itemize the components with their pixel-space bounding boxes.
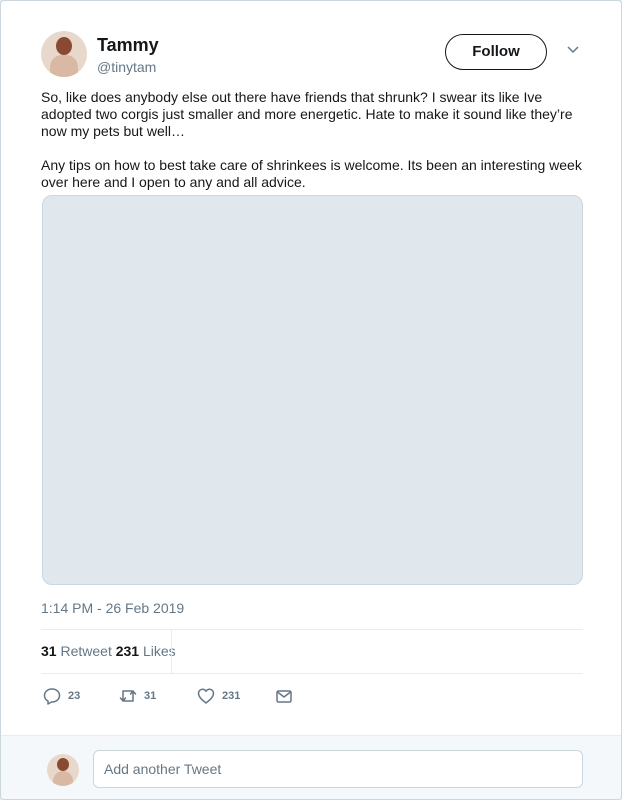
- tweet-media-placeholder: [42, 195, 583, 585]
- user-handle[interactable]: @tinytam: [97, 59, 156, 75]
- like-button[interactable]: 231: [197, 687, 240, 705]
- tweet-actions: 23 31 231: [41, 687, 341, 709]
- stats-divider: [171, 630, 172, 673]
- user-name[interactable]: Tammy: [97, 35, 159, 56]
- tweet-card: Tammy @tinytam Follow So, like does anyb…: [0, 0, 622, 800]
- retweet-icon: [119, 690, 137, 702]
- chevron-down-icon[interactable]: [565, 41, 581, 57]
- likes-count[interactable]: 231: [116, 643, 139, 659]
- avatar-body: [53, 771, 73, 786]
- reply-input[interactable]: [93, 750, 583, 788]
- retweet-button[interactable]: 31: [119, 687, 156, 705]
- retweet-count[interactable]: 31: [41, 643, 57, 659]
- retweet-action-count: 31: [144, 690, 157, 702]
- divider: [41, 629, 583, 630]
- heart-icon: [197, 688, 215, 704]
- reply-button[interactable]: 23: [43, 687, 80, 705]
- divider: [41, 673, 583, 674]
- retweet-label[interactable]: Retweet: [60, 643, 111, 659]
- reply-icon: [43, 688, 61, 705]
- avatar-body: [50, 55, 78, 77]
- mail-icon: [276, 690, 292, 703]
- tweet-timestamp[interactable]: 1:14 PM - 26 Feb 2019: [41, 600, 184, 616]
- reply-count: 23: [68, 690, 81, 702]
- follow-button[interactable]: Follow: [445, 34, 547, 70]
- tweet-text: So, like does anybody else out there hav…: [41, 89, 582, 190]
- like-count: 231: [222, 690, 241, 702]
- composer-avatar: [47, 754, 79, 786]
- reply-composer: [1, 735, 621, 799]
- avatar[interactable]: [41, 31, 87, 77]
- avatar-head: [56, 37, 72, 55]
- direct-message-button[interactable]: [275, 687, 293, 705]
- tweet-header: Tammy @tinytam Follow: [41, 31, 581, 79]
- avatar-head: [57, 758, 69, 771]
- tweet-stats: 31 Retweet 231 Likes: [41, 643, 176, 659]
